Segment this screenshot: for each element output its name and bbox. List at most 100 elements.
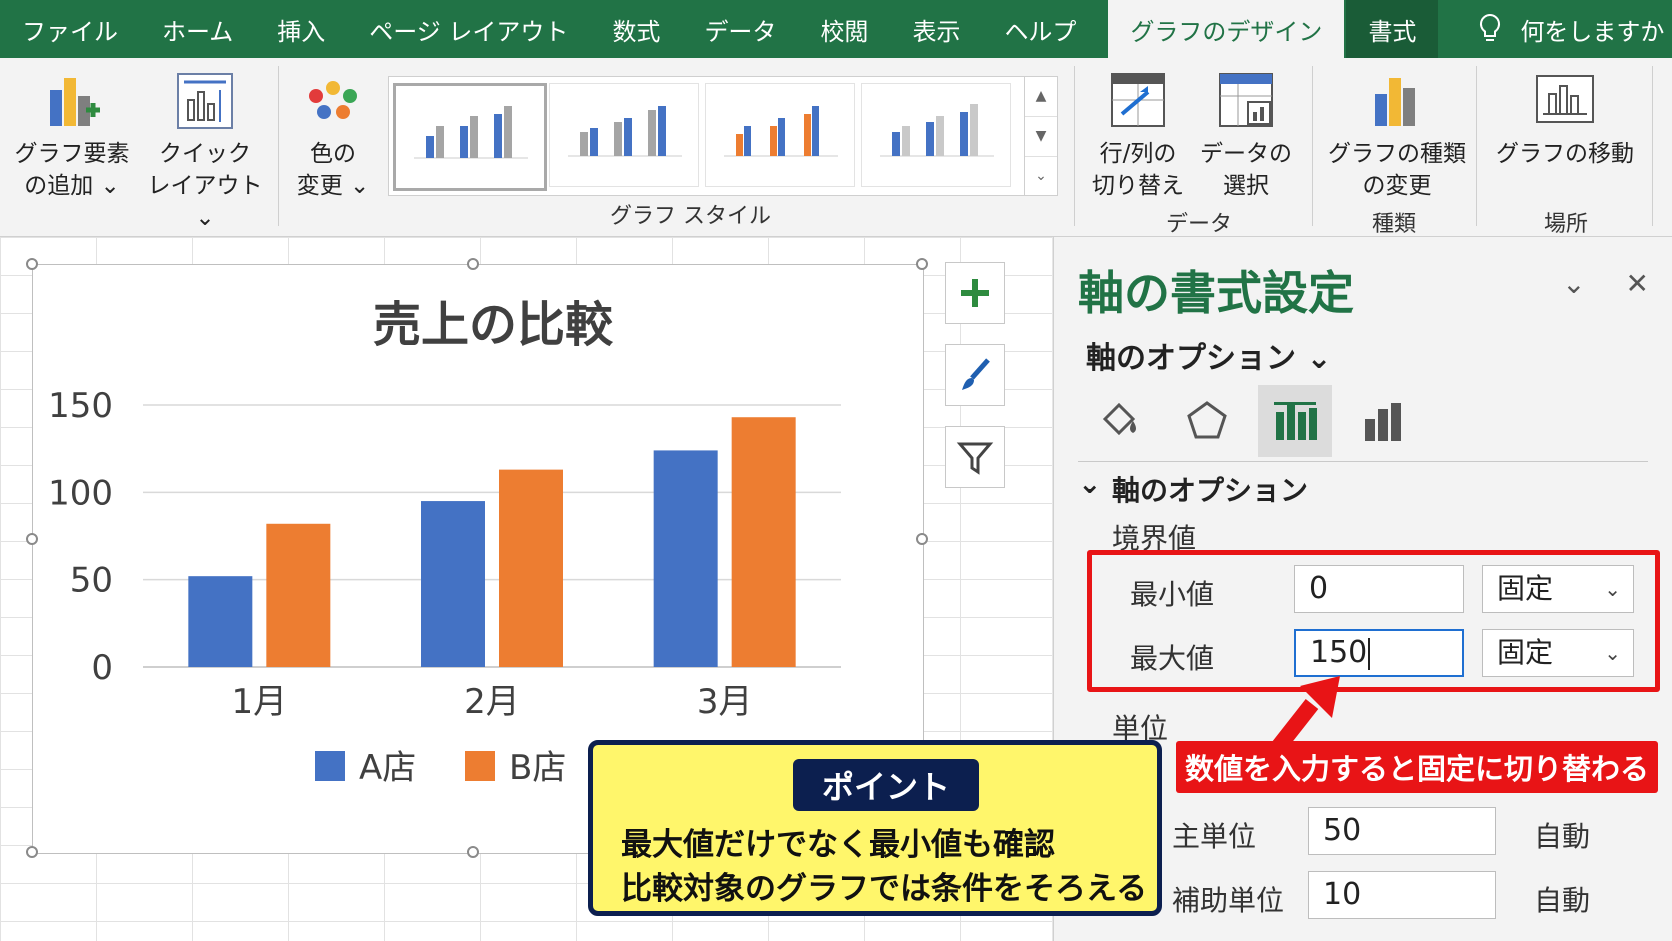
chart-style-thumbnail[interactable] bbox=[705, 83, 855, 187]
change-chart-type-label-1: グラフの種類 bbox=[1328, 141, 1466, 167]
bar bbox=[188, 576, 253, 667]
change-colors-button[interactable]: 色の 変更 ⌄ bbox=[290, 70, 376, 202]
legend-swatch bbox=[315, 751, 345, 781]
ribbon-separator bbox=[1652, 66, 1653, 226]
legend-label: B店 bbox=[509, 748, 566, 788]
size-properties-tab[interactable] bbox=[1346, 385, 1420, 457]
ribbon-separator bbox=[1074, 66, 1075, 226]
styles-scroll-up-icon[interactable]: ▲ bbox=[1025, 77, 1057, 117]
ribbon-separator bbox=[278, 66, 279, 226]
chart-styles-button[interactable] bbox=[945, 344, 1005, 406]
styles-scroll-down-icon[interactable]: ▼ bbox=[1025, 117, 1057, 157]
axis-options-section-title[interactable]: 軸のオプション bbox=[1112, 469, 1308, 509]
y-tick-label: 150 bbox=[48, 386, 113, 426]
tab-data[interactable]: データ bbox=[682, 0, 798, 58]
quick-layout-label-1: クイック bbox=[159, 141, 251, 167]
y-tick-label: 0 bbox=[91, 648, 113, 688]
legend-swatch bbox=[465, 751, 495, 781]
switch-row-column-label-2: 切り替え bbox=[1092, 173, 1184, 199]
select-data-button[interactable]: データの 選択 bbox=[1196, 70, 1296, 202]
chart-filters-button[interactable] bbox=[945, 426, 1005, 488]
location-group-label: 場所 bbox=[1544, 212, 1589, 237]
chart-style-thumbnail[interactable] bbox=[861, 83, 1011, 187]
add-chart-element-label-2: の追加 ⌄ bbox=[24, 173, 120, 199]
pentagon-icon bbox=[1187, 401, 1227, 439]
tab-insert[interactable]: 挿入 bbox=[255, 0, 347, 58]
ribbon-tab-bar: ファイル ホーム 挿入 ページ レイアウト 数式 データ 校閲 表示 ヘルプ グ… bbox=[0, 0, 1672, 58]
tab-page-layout[interactable]: ページ レイアウト bbox=[347, 0, 590, 58]
tab-help[interactable]: ヘルプ bbox=[982, 0, 1098, 58]
resize-handle[interactable] bbox=[467, 258, 479, 270]
tab-review[interactable]: 校閲 bbox=[798, 0, 890, 58]
axis-options-dropdown[interactable]: 軸のオプション ⌄ bbox=[1086, 333, 1332, 377]
effects-tab[interactable] bbox=[1170, 385, 1244, 457]
minor-unit-input[interactable]: 10 bbox=[1308, 871, 1496, 919]
quick-layout-button[interactable]: クイック レイアウト ⌄ bbox=[138, 70, 272, 234]
tell-me-search[interactable]: 何をしますか bbox=[1478, 12, 1664, 47]
major-unit-input[interactable]: 50 bbox=[1308, 807, 1496, 855]
move-chart-icon bbox=[1536, 75, 1594, 123]
styles-more-icon[interactable]: ⌄ bbox=[1025, 157, 1057, 196]
bar bbox=[266, 523, 331, 667]
chart-styles-gallery bbox=[388, 76, 1026, 196]
major-unit-mode: 自動 bbox=[1534, 820, 1591, 853]
chart-elements-button[interactable] bbox=[945, 262, 1005, 324]
resize-handle[interactable] bbox=[26, 846, 38, 858]
x-tick-label: 1月 bbox=[232, 682, 288, 722]
axis-options-tab[interactable] bbox=[1258, 385, 1332, 457]
point-callout: ポイント 最大値だけでなく最小値も確認 比較対象のグラフでは条件をそろえる bbox=[588, 740, 1162, 916]
resize-handle[interactable] bbox=[26, 258, 38, 270]
axis-bars-icon bbox=[1274, 402, 1317, 440]
lightbulb-icon bbox=[1480, 13, 1501, 41]
tab-view[interactable]: 表示 bbox=[890, 0, 982, 58]
chart-style-thumbnail[interactable] bbox=[393, 83, 547, 191]
quick-layout-label-2: レイアウト ⌄ bbox=[147, 173, 263, 231]
tab-file[interactable]: ファイル bbox=[0, 0, 140, 58]
x-tick-label: 3月 bbox=[697, 682, 753, 722]
move-chart-label: グラフの移動 bbox=[1496, 141, 1634, 167]
change-chart-type-button[interactable]: グラフの種類 の変更 bbox=[1326, 70, 1468, 202]
move-chart-button[interactable]: グラフの移動 bbox=[1492, 70, 1638, 170]
tell-me-label: 何をしますか bbox=[1520, 17, 1665, 46]
section-collapse-chevron-icon[interactable]: ⌄ bbox=[1078, 467, 1101, 500]
type-group-label: 種類 bbox=[1372, 212, 1417, 237]
bar-chart-icon bbox=[1365, 403, 1401, 441]
switch-row-column-button[interactable]: 行/列の 切り替え bbox=[1088, 70, 1188, 202]
tab-home[interactable]: ホーム bbox=[140, 0, 255, 58]
change-colors-label-1: 色の bbox=[310, 141, 356, 167]
tab-chart-design[interactable]: グラフのデザイン bbox=[1108, 0, 1345, 58]
add-chart-element-button[interactable]: グラフ要素 の追加 ⌄ bbox=[14, 70, 130, 202]
tab-format[interactable]: 書式 bbox=[1346, 0, 1439, 58]
chart-style-4-icon bbox=[880, 104, 994, 157]
bar bbox=[731, 417, 796, 667]
data-group-label: データ bbox=[1166, 212, 1233, 237]
close-icon[interactable]: ✕ bbox=[1626, 267, 1649, 300]
ribbon-separator bbox=[1476, 66, 1477, 226]
tab-formulas[interactable]: 数式 bbox=[590, 0, 682, 58]
bar bbox=[653, 450, 718, 667]
pane-options-chevron-icon[interactable]: ⌄ bbox=[1562, 267, 1585, 300]
resize-handle[interactable] bbox=[467, 846, 479, 858]
minor-unit-mode: 自動 bbox=[1534, 884, 1591, 917]
chart-style-thumbnail[interactable] bbox=[549, 83, 699, 187]
add-chart-element-label-1: グラフ要素 bbox=[14, 141, 130, 167]
resize-handle[interactable] bbox=[26, 533, 38, 545]
select-data-label-2: 選択 bbox=[1223, 173, 1269, 199]
select-data-label-1: データの bbox=[1200, 141, 1292, 167]
bar bbox=[421, 501, 485, 667]
switch-row-column-icon bbox=[1111, 73, 1165, 127]
resize-handle[interactable] bbox=[916, 533, 928, 545]
chart-styles-group-label: グラフ スタイル bbox=[610, 204, 771, 229]
chart-style-2-icon bbox=[568, 106, 682, 157]
change-chart-type-icon bbox=[1375, 78, 1415, 126]
styles-scroller: ▲ ▼ ⌄ bbox=[1024, 76, 1058, 196]
fill-line-tab[interactable] bbox=[1082, 385, 1156, 457]
color-palette-icon bbox=[309, 81, 357, 119]
chart-style-1-icon bbox=[414, 106, 528, 159]
major-unit-label: 主単位 bbox=[1172, 820, 1257, 853]
y-tick-label: 50 bbox=[70, 561, 113, 601]
add-chart-element-icon bbox=[50, 78, 100, 126]
resize-handle[interactable] bbox=[916, 258, 928, 270]
bar bbox=[499, 469, 563, 667]
switch-row-column-label-1: 行/列の bbox=[1099, 141, 1177, 167]
